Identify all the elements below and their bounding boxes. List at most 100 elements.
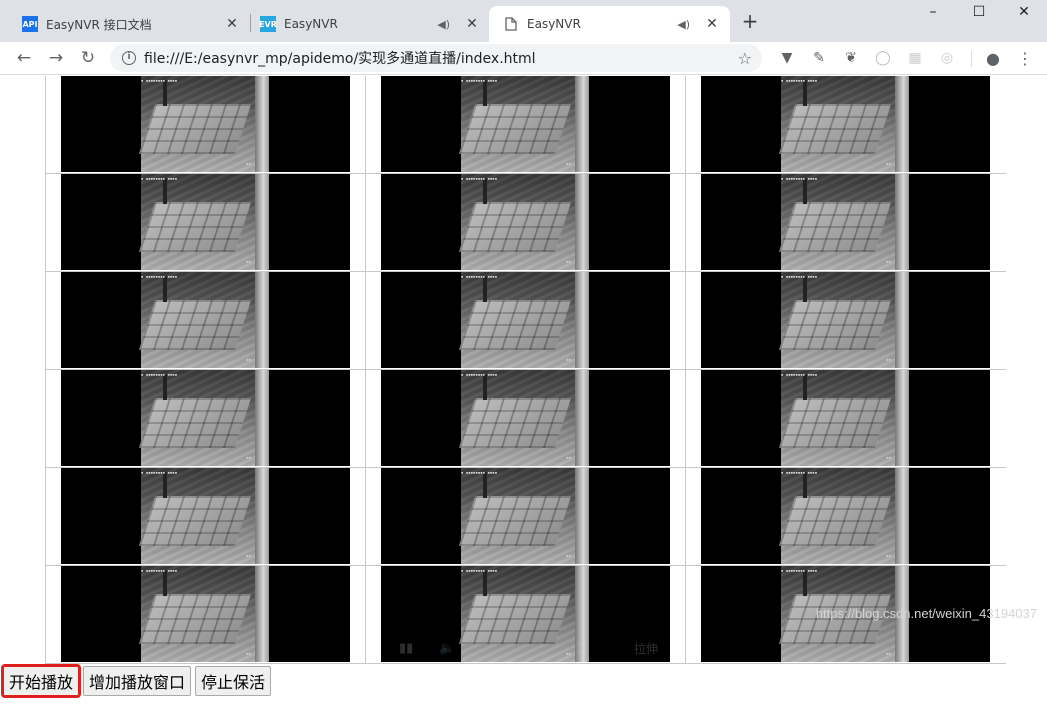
video-cell[interactable]: ▪ ▪▪▪▪▪▪▪▪ ▪▪▪▪ ▪▪ bbox=[366, 174, 686, 272]
video-cell[interactable]: ▪ ▪▪▪▪▪▪▪▪ ▪▪▪▪ ▪▪ bbox=[686, 76, 1006, 174]
video-cell[interactable]: ▪ ▪▪▪▪▪▪▪▪ ▪▪▪▪ ▪▪ bbox=[366, 370, 686, 468]
video-cell[interactable]: ▪ ▪▪▪▪▪▪▪▪ ▪▪▪▪ ▪▪ bbox=[366, 76, 686, 174]
tab-easynvr-1[interactable]: EVR EasyNVR ◀) ✕ bbox=[238, 6, 490, 42]
close-window-button[interactable]: ✕ bbox=[1001, 0, 1047, 24]
video-player[interactable]: ▪ ▪▪▪▪▪▪▪▪ ▪▪▪▪ ▪▪ bbox=[61, 566, 350, 662]
forward-arrow-icon[interactable]: → bbox=[44, 46, 68, 70]
video-player[interactable]: ▪ ▪▪▪▪▪▪▪▪ ▪▪▪▪ ▪▪ bbox=[701, 174, 990, 270]
camera-scene-pole bbox=[483, 178, 487, 204]
extension-vue-icon[interactable]: ▼ bbox=[777, 48, 797, 68]
video-cell[interactable]: ▪ ▪▪▪▪▪▪▪▪ ▪▪▪▪ ▪▪ bbox=[686, 468, 1006, 566]
camera-scene-floor bbox=[778, 300, 892, 350]
video-player[interactable]: ▪ ▪▪▪▪▪▪▪▪ ▪▪▪▪ ▪▪ bbox=[61, 468, 350, 564]
video-cell[interactable]: ▪ ▪▪▪▪▪▪▪▪ ▪▪▪▪ ▪▪ bbox=[46, 468, 366, 566]
extension-eyedropper-icon[interactable]: ✎ bbox=[809, 48, 829, 68]
info-icon[interactable]: i bbox=[122, 51, 136, 65]
close-tab-icon[interactable]: ✕ bbox=[464, 16, 480, 32]
menu-kebab-icon[interactable]: ⋮ bbox=[1015, 48, 1035, 68]
camera-frame: ▪ ▪▪▪▪▪▪▪▪ ▪▪▪▪ ▪▪ bbox=[138, 566, 269, 662]
camera-watermark: ▪▪ bbox=[566, 357, 571, 362]
video-player[interactable]: ▪ ▪▪▪▪▪▪▪▪ ▪▪▪▪ ▪▪ bbox=[381, 174, 670, 270]
video-cell[interactable]: ▪ ▪▪▪▪▪▪▪▪ ▪▪▪▪ ▪▪ bbox=[366, 272, 686, 370]
video-player[interactable]: ▪ ▪▪▪▪▪▪▪▪ ▪▪▪▪ ▪▪ bbox=[701, 272, 990, 368]
camera-watermark: ▪▪ bbox=[246, 553, 251, 558]
speaker-icon[interactable]: ◀) bbox=[677, 18, 690, 31]
url-text[interactable]: file:///E:/easynvr_mp/apidemo/实现多通道直播/in… bbox=[144, 48, 738, 68]
camera-scene-floor bbox=[458, 202, 572, 252]
video-cell[interactable]: ▪ ▪▪▪▪▪▪▪▪ ▪▪▪▪ ▪▪ bbox=[46, 566, 366, 664]
video-cell[interactable]: ▪ ▪▪▪▪▪▪▪▪ ▪▪▪▪ ▪▪ ▮▮ 🔈 ⛶ 拉伸 bbox=[366, 566, 686, 664]
camera-watermark: ▪▪ bbox=[886, 553, 891, 558]
reload-icon[interactable]: ↻ bbox=[76, 46, 100, 70]
minimize-button[interactable]: – bbox=[910, 0, 956, 24]
camera-frame: ▪ ▪▪▪▪▪▪▪▪ ▪▪▪▪ ▪▪ bbox=[138, 468, 269, 564]
video-player[interactable]: ▪ ▪▪▪▪▪▪▪▪ ▪▪▪▪ ▪▪ bbox=[381, 272, 670, 368]
camera-watermark: ▪▪ bbox=[566, 455, 571, 460]
camera-frame: ▪ ▪▪▪▪▪▪▪▪ ▪▪▪▪ ▪▪ bbox=[138, 272, 269, 368]
video-player[interactable]: ▪ ▪▪▪▪▪▪▪▪ ▪▪▪▪ ▪▪ bbox=[61, 272, 350, 368]
volume-icon[interactable]: 🔈 bbox=[439, 641, 455, 656]
bookmark-star-icon[interactable]: ☆ bbox=[738, 49, 752, 68]
camera-scene-pole bbox=[483, 276, 487, 302]
video-player[interactable]: ▪ ▪▪▪▪▪▪▪▪ ▪▪▪▪ ▪▪ bbox=[381, 370, 670, 466]
extension-grid-icon[interactable]: ▦ bbox=[905, 48, 925, 68]
camera-scene-floor bbox=[458, 398, 572, 448]
fullscreen-icon[interactable]: ⛶ bbox=[578, 641, 586, 656]
extension-circle-icon[interactable]: ◯ bbox=[873, 48, 893, 68]
player-controls: ▮▮ 🔈 ⛶ 拉伸 bbox=[381, 634, 670, 662]
video-player[interactable]: ▪ ▪▪▪▪▪▪▪▪ ▪▪▪▪ ▪▪ bbox=[61, 76, 350, 172]
new-tab-button[interactable]: + bbox=[739, 9, 761, 33]
video-player[interactable]: ▪ ▪▪▪▪▪▪▪▪ ▪▪▪▪ ▪▪ bbox=[701, 76, 990, 172]
video-cell[interactable]: ▪ ▪▪▪▪▪▪▪▪ ▪▪▪▪ ▪▪ bbox=[686, 272, 1006, 370]
camera-osd-text: ▪ ▪▪▪▪▪▪▪▪ ▪▪▪▪ bbox=[781, 176, 818, 181]
close-tab-icon[interactable]: ✕ bbox=[704, 16, 720, 32]
video-cell[interactable]: ▪ ▪▪▪▪▪▪▪▪ ▪▪▪▪ ▪▪ bbox=[686, 370, 1006, 468]
camera-osd-text: ▪ ▪▪▪▪▪▪▪▪ ▪▪▪▪ bbox=[461, 470, 498, 475]
video-cell[interactable]: ▪ ▪▪▪▪▪▪▪▪ ▪▪▪▪ ▪▪ bbox=[46, 272, 366, 370]
video-player[interactable]: ▪ ▪▪▪▪▪▪▪▪ ▪▪▪▪ ▪▪ bbox=[61, 174, 350, 270]
address-bar[interactable]: i file:///E:/easynvr_mp/apidemo/实现多通道直播/… bbox=[110, 44, 762, 72]
start-play-button[interactable]: 开始播放 bbox=[0, 664, 82, 698]
tab-api-docs[interactable]: API EasyNVR 接口文档 ✕ bbox=[0, 6, 250, 42]
video-player[interactable]: ▪ ▪▪▪▪▪▪▪▪ ▪▪▪▪ ▪▪ bbox=[381, 76, 670, 172]
add-window-button[interactable]: 增加播放窗口 bbox=[83, 666, 192, 696]
video-cell[interactable]: ▪ ▪▪▪▪▪▪▪▪ ▪▪▪▪ ▪▪ bbox=[46, 174, 366, 272]
camera-osd-text: ▪ ▪▪▪▪▪▪▪▪ ▪▪▪▪ bbox=[461, 176, 498, 181]
extension-leaf-icon[interactable]: ❦ bbox=[841, 48, 861, 68]
camera-scene-floor bbox=[138, 104, 252, 154]
speaker-icon[interactable]: ◀) bbox=[437, 18, 450, 31]
back-arrow-icon[interactable]: ← bbox=[12, 46, 36, 70]
video-cell[interactable]: ▪ ▪▪▪▪▪▪▪▪ ▪▪▪▪ ▪▪ bbox=[46, 370, 366, 468]
camera-frame: ▪ ▪▪▪▪▪▪▪▪ ▪▪▪▪ ▪▪ bbox=[778, 272, 909, 368]
camera-scene-pole bbox=[803, 178, 807, 204]
video-player[interactable]: ▪ ▪▪▪▪▪▪▪▪ ▪▪▪▪ ▪▪ bbox=[701, 370, 990, 466]
browser-toolbar: ← → ↻ i file:///E:/easynvr_mp/apidemo/实现… bbox=[0, 42, 1047, 75]
maximize-button[interactable]: ☐ bbox=[956, 0, 1002, 24]
tab-title: EasyNVR bbox=[284, 17, 338, 31]
stretch-button[interactable]: 拉伸 bbox=[634, 640, 658, 657]
camera-scene-floor bbox=[138, 202, 252, 252]
camera-osd-text: ▪ ▪▪▪▪▪▪▪▪ ▪▪▪▪ bbox=[141, 372, 178, 377]
camera-frame: ▪ ▪▪▪▪▪▪▪▪ ▪▪▪▪ ▪▪ bbox=[778, 468, 909, 564]
camera-scene-floor bbox=[138, 398, 252, 448]
camera-scene-pole bbox=[483, 374, 487, 400]
video-cell[interactable]: ▪ ▪▪▪▪▪▪▪▪ ▪▪▪▪ ▪▪ bbox=[366, 468, 686, 566]
video-player[interactable]: ▪ ▪▪▪▪▪▪▪▪ ▪▪▪▪ ▪▪ bbox=[701, 468, 990, 564]
video-player[interactable]: ▪ ▪▪▪▪▪▪▪▪ ▪▪▪▪ ▪▪ ▮▮ 🔈 ⛶ 拉伸 bbox=[381, 566, 670, 662]
camera-scene-floor bbox=[458, 300, 572, 350]
camera-scene-wall bbox=[895, 76, 909, 172]
stop-keepalive-button[interactable]: 停止保活 bbox=[195, 666, 272, 696]
tab-easynvr-active[interactable]: EasyNVR ◀) ✕ bbox=[489, 6, 730, 42]
camera-scene-pole bbox=[163, 374, 167, 400]
profile-avatar-icon[interactable]: ● bbox=[983, 48, 1003, 68]
video-player[interactable]: ▪ ▪▪▪▪▪▪▪▪ ▪▪▪▪ ▪▪ bbox=[381, 468, 670, 564]
video-cell[interactable]: ▪ ▪▪▪▪▪▪▪▪ ▪▪▪▪ ▪▪ bbox=[686, 174, 1006, 272]
camera-osd-text: ▪ ▪▪▪▪▪▪▪▪ ▪▪▪▪ bbox=[461, 372, 498, 377]
camera-scene-wall bbox=[895, 370, 909, 466]
camera-scene-wall bbox=[895, 174, 909, 270]
video-cell[interactable]: ▪ ▪▪▪▪▪▪▪▪ ▪▪▪▪ ▪▪ bbox=[46, 76, 366, 174]
pause-icon[interactable]: ▮▮ bbox=[399, 641, 413, 656]
extension-swirl-icon[interactable]: ◎ bbox=[937, 48, 957, 68]
video-player[interactable]: ▪ ▪▪▪▪▪▪▪▪ ▪▪▪▪ ▪▪ bbox=[61, 370, 350, 466]
camera-frame: ▪ ▪▪▪▪▪▪▪▪ ▪▪▪▪ ▪▪ bbox=[778, 174, 909, 270]
